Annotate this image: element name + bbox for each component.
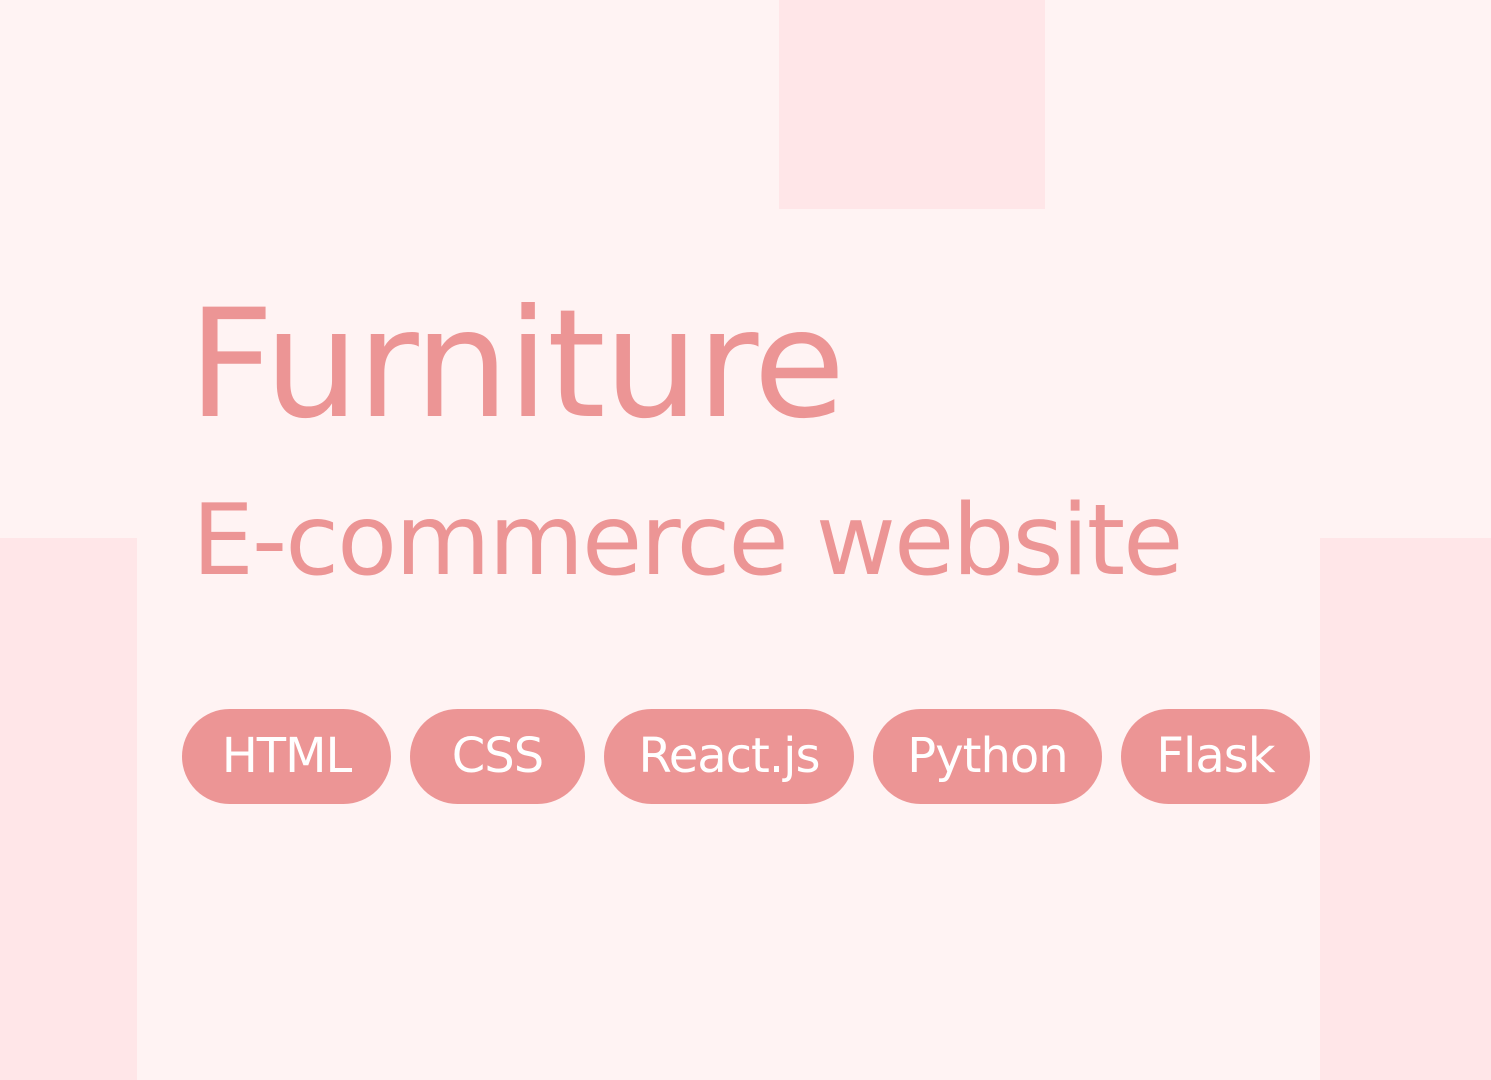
decorative-block-right bbox=[1320, 538, 1491, 1080]
tech-tag-html: HTML bbox=[182, 709, 391, 804]
decorative-block-left bbox=[0, 538, 137, 1080]
tech-tag-python: Python bbox=[873, 709, 1102, 804]
decorative-block-top bbox=[779, 0, 1045, 209]
project-title: Furniture bbox=[188, 278, 845, 452]
tech-tag-css: CSS bbox=[410, 709, 585, 804]
project-subtitle: E-commerce website bbox=[192, 484, 1183, 598]
tech-tag-reactjs: React.js bbox=[604, 709, 854, 804]
tech-tag-flask: Flask bbox=[1121, 709, 1310, 804]
